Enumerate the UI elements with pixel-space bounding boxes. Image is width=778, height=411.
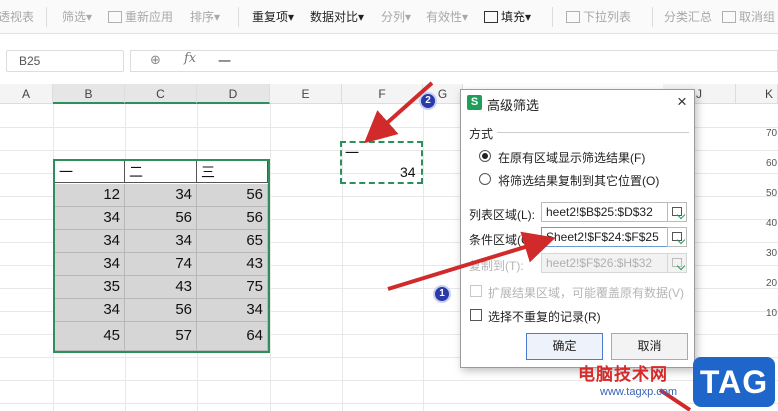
subtotal-button[interactable]: 分类汇总	[664, 8, 712, 26]
table-cell[interactable]: 34	[55, 230, 125, 253]
ribbon-separator	[652, 7, 653, 27]
split-column-button[interactable]: 分列▾	[381, 8, 411, 26]
wps-logo-icon: S	[467, 95, 482, 110]
watermark-url: www.tagxp.com	[600, 386, 678, 398]
range-select-icon	[672, 232, 682, 241]
range-select-icon	[672, 258, 682, 267]
watermark-site-name: 电脑技术网	[578, 365, 668, 384]
column-header-k[interactable]: K	[736, 84, 778, 104]
table-cell[interactable]: 34	[55, 299, 125, 322]
step-badge-1: 1	[433, 285, 451, 303]
table-cell[interactable]: 56	[125, 299, 197, 322]
table-cell[interactable]: 56	[197, 207, 268, 230]
extend-range-checkbox[interactable]	[470, 285, 482, 297]
table-cell[interactable]: 74	[125, 253, 197, 276]
list-range-label: 列表区域(L):	[469, 208, 536, 222]
table-cell[interactable]: 43	[197, 253, 268, 276]
fill-button[interactable]: 填充▾	[484, 8, 531, 26]
pivot-table-button[interactable]: 透视表	[0, 8, 34, 26]
data-compare-button[interactable]: 数据对比▾	[310, 8, 364, 26]
table-cell[interactable]: 75	[197, 276, 268, 299]
sort-button[interactable]: 排序▾	[190, 8, 220, 26]
fill-down-icon	[484, 11, 498, 23]
copy-to-picker[interactable]	[667, 253, 687, 273]
table-cell[interactable]: 34	[55, 207, 125, 230]
table-cell[interactable]: 56	[125, 207, 197, 230]
table-cell[interactable]: 56	[197, 184, 268, 207]
table-cell[interactable]: 34	[197, 299, 268, 322]
table-cell[interactable]: 35	[55, 276, 125, 299]
formula-bar: B25 ⊕ fx 一	[0, 46, 778, 74]
table-cell[interactable]: 34	[125, 184, 197, 207]
dropdown-list-button[interactable]: 下拉列表	[566, 8, 631, 26]
copy-to-input[interactable]: heet2!$F$26:$H$32	[541, 253, 668, 273]
ungroup-icon	[722, 11, 736, 23]
section-divider	[497, 132, 689, 133]
criteria-value-cell[interactable]: 34	[400, 164, 416, 180]
column-header-b[interactable]: B	[53, 84, 125, 104]
ribbon-separator	[238, 7, 239, 27]
column-header-c[interactable]: C	[125, 84, 197, 104]
table-cell[interactable]: 34	[125, 230, 197, 253]
criteria-range-picker[interactable]	[667, 227, 687, 247]
unique-records-label[interactable]: 选择不重复的记录(R)	[488, 308, 601, 325]
table-header-cell[interactable]: 二	[125, 160, 197, 183]
method-section-label: 方式	[469, 127, 494, 141]
list-icon	[566, 11, 580, 23]
radio-in-place-label[interactable]: 在原有区域显示筛选结果(F)	[498, 149, 645, 166]
table-cell[interactable]: 64	[197, 322, 268, 351]
reapply-button[interactable]: 重新应用	[108, 8, 173, 26]
table-cell[interactable]: 45	[55, 322, 125, 351]
funnel-icon	[108, 11, 122, 23]
fx-icon[interactable]: fx	[184, 51, 196, 66]
dialog-titlebar[interactable]: S 高级筛选 ×	[461, 90, 694, 116]
zoom-icon[interactable]: ⊕	[150, 52, 161, 68]
range-select-icon	[672, 207, 682, 216]
table-cell[interactable]: 34	[55, 253, 125, 276]
criteria-range-label: 条件区域(C):	[469, 233, 537, 247]
list-range-picker[interactable]	[667, 202, 687, 222]
column-header-d[interactable]: D	[197, 84, 270, 104]
criteria-header-cell[interactable]: 一	[345, 143, 359, 163]
ribbon-separator	[552, 7, 553, 27]
extend-range-label[interactable]: 扩展结果区域，可能覆盖原有数据(V)	[488, 284, 684, 301]
criteria-range-input[interactable]: Sheet2!$F$24:$F$25	[541, 227, 668, 247]
ungroup-button[interactable]: 取消组	[722, 8, 775, 26]
column-header-f[interactable]: F	[342, 84, 423, 104]
name-box[interactable]: B25	[6, 50, 124, 72]
table-header-cell[interactable]: 一	[55, 160, 125, 183]
table-header-cell[interactable]: 三	[197, 160, 268, 183]
step-badge-2: 2	[419, 92, 437, 110]
radio-in-place[interactable]	[479, 150, 491, 162]
watermark-tag-logo: TAG	[693, 357, 775, 407]
ok-button[interactable]: 确定	[526, 333, 603, 360]
filter-button[interactable]: 筛选▾	[62, 8, 92, 26]
cancel-button[interactable]: 取消	[611, 333, 688, 360]
close-icon[interactable]: ×	[673, 92, 691, 112]
ribbon-separator	[46, 7, 47, 27]
column-header-a[interactable]: A	[0, 84, 53, 104]
duplicates-button[interactable]: 重复项▾	[252, 8, 294, 26]
table-cell[interactable]: 43	[125, 276, 197, 299]
list-range-input[interactable]: heet2!$B$25:$D$32	[541, 202, 668, 222]
ribbon-toolbar: 透视表 筛选▾ 重新应用 排序▾ 重复项▾ 数据对比▾ 分列▾ 有效性▾ 填充▾…	[0, 0, 778, 34]
copy-to-label: 复制到(T):	[469, 259, 524, 273]
advanced-filter-dialog: S 高级筛选 × 方式 在原有区域显示筛选结果(F) 将筛选结果复制到其它位置(…	[460, 89, 695, 368]
formula-value: 一	[218, 54, 232, 69]
table-cell[interactable]: 57	[125, 322, 197, 351]
dialog-title: 高级筛选	[487, 98, 540, 113]
table-cell[interactable]: 12	[55, 184, 125, 207]
radio-copy-to-label[interactable]: 将筛选结果复制到其它位置(O)	[498, 172, 659, 189]
validation-button[interactable]: 有效性▾	[426, 8, 468, 26]
table-cell[interactable]: 65	[197, 230, 268, 253]
unique-records-checkbox[interactable]	[470, 309, 482, 321]
column-header-e[interactable]: E	[270, 84, 342, 104]
radio-copy-to[interactable]	[479, 173, 491, 185]
